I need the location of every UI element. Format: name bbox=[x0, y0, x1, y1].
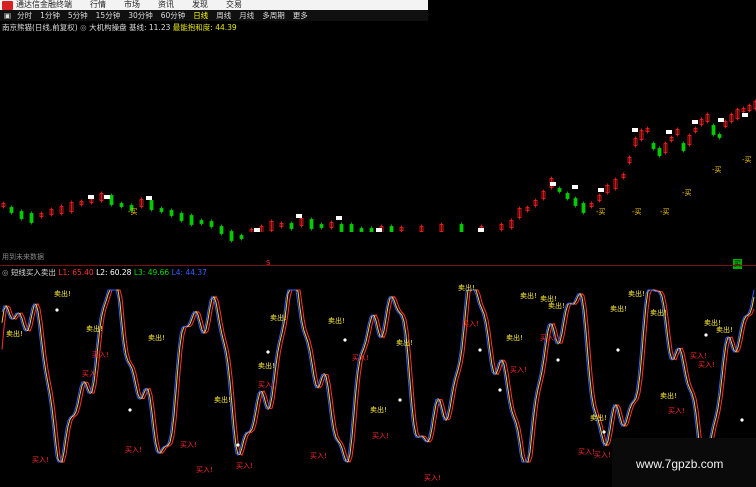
buy-signal-label: 买入! bbox=[668, 407, 685, 415]
buy-signal-label: 买入! bbox=[180, 441, 197, 449]
buy-signal-label: 买入! bbox=[92, 351, 109, 359]
cross-dot bbox=[740, 418, 744, 422]
indicator-chart[interactable]: 买入!买入!买入!买入!买入!买入! 买入!买入!买入!买入!买入!买入!买入!买… bbox=[0, 0, 756, 487]
cross-dot bbox=[128, 408, 132, 412]
cross-dot bbox=[498, 388, 502, 392]
sell-signal-label: 卖出! bbox=[54, 289, 71, 298]
sell-signal-label: 卖出! bbox=[258, 361, 275, 370]
buy-signal-label: 买入! bbox=[125, 446, 142, 454]
sell-signal-label: 卖出! bbox=[270, 313, 287, 322]
cross-dot bbox=[266, 350, 270, 354]
sell-signal-label: 卖出! bbox=[628, 289, 645, 298]
sell-signal-label: 卖出! bbox=[86, 324, 103, 333]
sell-signal-label: 卖出! bbox=[396, 338, 413, 347]
buy-signal-label: 买入! bbox=[32, 456, 49, 464]
cross-dot bbox=[704, 333, 708, 337]
buy-signal-label: 买入! bbox=[196, 466, 213, 474]
cross-dot bbox=[556, 358, 560, 362]
sell-signal-label: 卖出! bbox=[610, 304, 627, 313]
sell-signal-label: 卖出! bbox=[660, 391, 677, 400]
sell-signal-label: 卖出! bbox=[370, 405, 387, 414]
buy-signal-label: 买入! bbox=[258, 381, 275, 389]
cross-dot bbox=[478, 348, 482, 352]
sell-signal-label: 卖出! bbox=[328, 316, 345, 325]
sell-signal-label: 卖出! bbox=[214, 395, 231, 404]
sell-signal-label: 卖出! bbox=[716, 325, 733, 334]
cross-dot bbox=[398, 398, 402, 402]
buy-signal-label: 买入! bbox=[594, 451, 611, 459]
cross-dot bbox=[55, 308, 59, 312]
buy-signal-label: 买入! bbox=[236, 462, 253, 470]
sell-signal-label: 卖出! bbox=[590, 413, 607, 422]
buy-signal-label: 买入! bbox=[372, 432, 389, 440]
sell-signal-label: 卖出! bbox=[458, 283, 475, 292]
buy-signal-label: 买入! bbox=[424, 474, 441, 482]
buy-signal-label: 买入! bbox=[510, 366, 527, 374]
cross-dot bbox=[616, 348, 620, 352]
watermark-text: www.7gpzb.com bbox=[636, 457, 724, 471]
sell-signal-label: 卖出! bbox=[650, 308, 667, 317]
sell-signal-label: 卖出! bbox=[548, 301, 565, 310]
buy-signal-label: 买入! bbox=[540, 334, 557, 342]
buy-signal-label: 买入! bbox=[690, 352, 707, 360]
buy-signal-label: 买入! bbox=[352, 354, 369, 362]
buy-signal-label: 买入! bbox=[82, 370, 99, 378]
buy-signal-label: 买入! bbox=[462, 320, 479, 328]
cross-dot bbox=[343, 338, 347, 342]
sell-signal-label: 卖出! bbox=[148, 333, 165, 342]
buy-signal-label: 买入! bbox=[310, 452, 327, 460]
buy-signal-label: 买入! bbox=[578, 448, 595, 456]
sell-signal-label: 卖出! bbox=[506, 333, 523, 342]
cross-dot bbox=[236, 443, 240, 447]
watermark: www.7gpzb.com bbox=[612, 438, 756, 487]
sell-signal-label: 卖出! bbox=[520, 291, 537, 300]
buy-signal-label: 买入! bbox=[698, 361, 715, 369]
cross-dot bbox=[602, 430, 606, 434]
sell-signal-label: 卖出! bbox=[6, 329, 23, 338]
